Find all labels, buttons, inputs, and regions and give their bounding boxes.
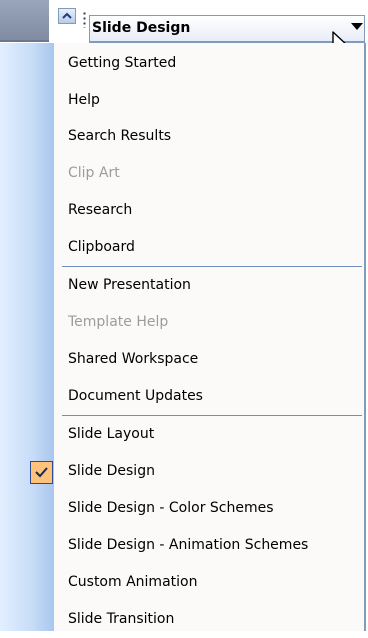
menu-item-research[interactable]: Research	[0, 193, 364, 229]
menu-item-label: Search Results	[68, 128, 172, 144]
menu-item-label: Slide Transition	[68, 611, 175, 627]
menu-item-slide-design-animation-schemes[interactable]: Slide Design - Animation Schemes	[0, 528, 364, 564]
header-background	[0, 0, 49, 42]
grip-icon[interactable]	[83, 12, 86, 28]
menu-item-label: Shared Workspace	[68, 351, 199, 367]
task-pane-header: Slide Design	[0, 0, 368, 57]
menu-item-help[interactable]: Help	[0, 83, 364, 119]
menu-item-label: Document Updates	[68, 388, 203, 404]
scroll-up-button[interactable]	[58, 8, 76, 24]
menu-item-label: Research	[68, 202, 133, 218]
menu-item-label: Slide Layout	[68, 426, 155, 442]
checkmark-box	[30, 461, 53, 484]
menu-item-label: Slide Design - Animation Schemes	[68, 537, 309, 553]
scroll-up-arrow-icon	[62, 12, 72, 19]
menu-item-search-results[interactable]: Search Results	[0, 119, 364, 155]
dropdown-arrow-icon	[351, 23, 363, 30]
menu-item-label: Getting Started	[68, 55, 177, 71]
menu-item-clipboard[interactable]: Clipboard	[0, 230, 364, 266]
menu-item-slide-design[interactable]: Slide Design	[0, 454, 364, 490]
menu-item-template-help: Template Help	[0, 305, 364, 341]
menu-separator	[62, 415, 362, 416]
checkmark-icon	[35, 467, 48, 478]
task-pane-title: Slide Design	[92, 20, 191, 36]
menu-item-clip-art: Clip Art	[0, 156, 364, 192]
menu-item-slide-design-color-schemes[interactable]: Slide Design - Color Schemes	[0, 491, 364, 527]
menu-item-label: Help	[68, 92, 100, 108]
menu-item-label: Clipboard	[68, 239, 135, 255]
menu-item-label: Slide Design	[68, 463, 155, 479]
menu-item-label: Clip Art	[68, 165, 120, 181]
menu-item-getting-started[interactable]: Getting Started	[0, 46, 364, 82]
menu-item-label: Custom Animation	[68, 574, 198, 590]
menu-item-slide-transition[interactable]: Slide Transition	[0, 602, 364, 638]
menu-item-new-presentation[interactable]: New Presentation	[0, 268, 364, 304]
menu-separator	[62, 266, 362, 267]
task-pane-menu: Getting Started Help Search Results Clip…	[0, 43, 366, 631]
menu-item-label: Slide Design - Color Schemes	[68, 500, 274, 516]
menu-item-label: Template Help	[68, 314, 169, 330]
menu-item-slide-layout[interactable]: Slide Layout	[0, 417, 364, 453]
menu-item-label: New Presentation	[68, 277, 191, 293]
menu-item-document-updates[interactable]: Document Updates	[0, 379, 364, 415]
menu-item-shared-workspace[interactable]: Shared Workspace	[0, 342, 364, 378]
task-pane-title-dropdown[interactable]: Slide Design	[89, 15, 365, 43]
menu-item-custom-animation[interactable]: Custom Animation	[0, 565, 364, 601]
